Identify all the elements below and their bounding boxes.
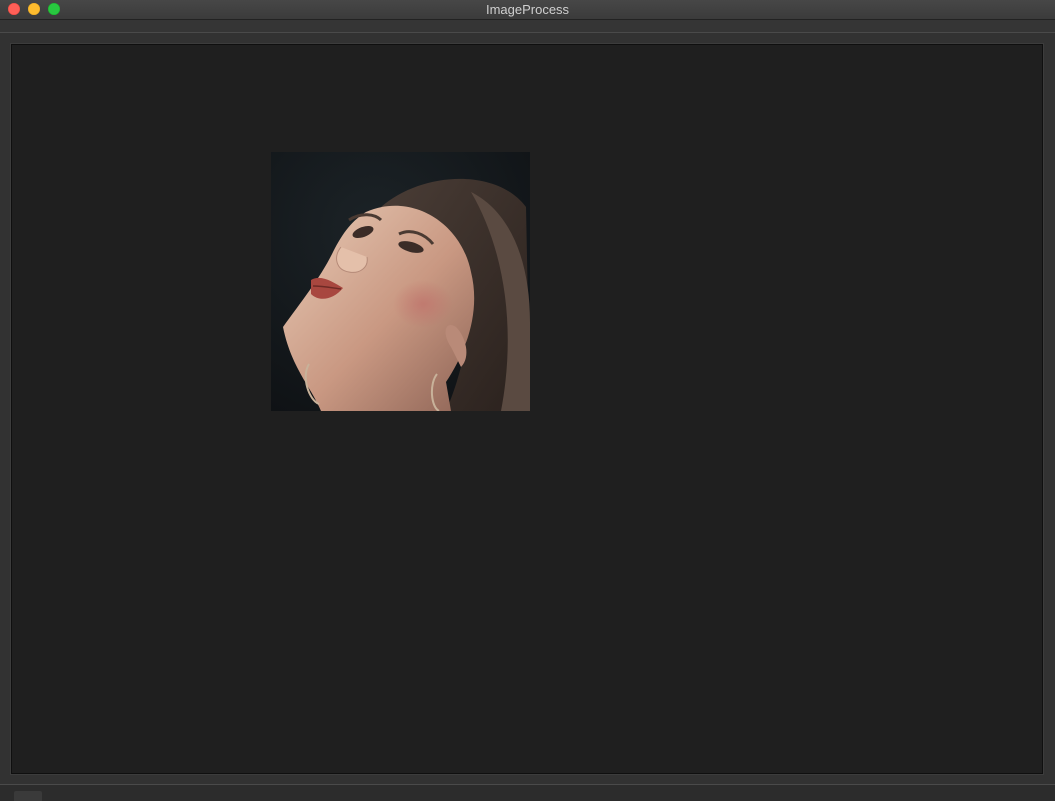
portrait-photo-icon bbox=[271, 152, 530, 411]
window-title: ImageProcess bbox=[485, 2, 570, 17]
app-window: ImageProcess bbox=[0, 0, 1055, 801]
portrait-photo[interactable] bbox=[271, 152, 530, 411]
status-tab[interactable] bbox=[14, 791, 42, 801]
status-bar bbox=[0, 784, 1055, 801]
title-bar[interactable]: ImageProcess bbox=[0, 0, 1055, 20]
toolbar-strip bbox=[0, 20, 1055, 33]
image-canvas[interactable] bbox=[11, 44, 1043, 774]
